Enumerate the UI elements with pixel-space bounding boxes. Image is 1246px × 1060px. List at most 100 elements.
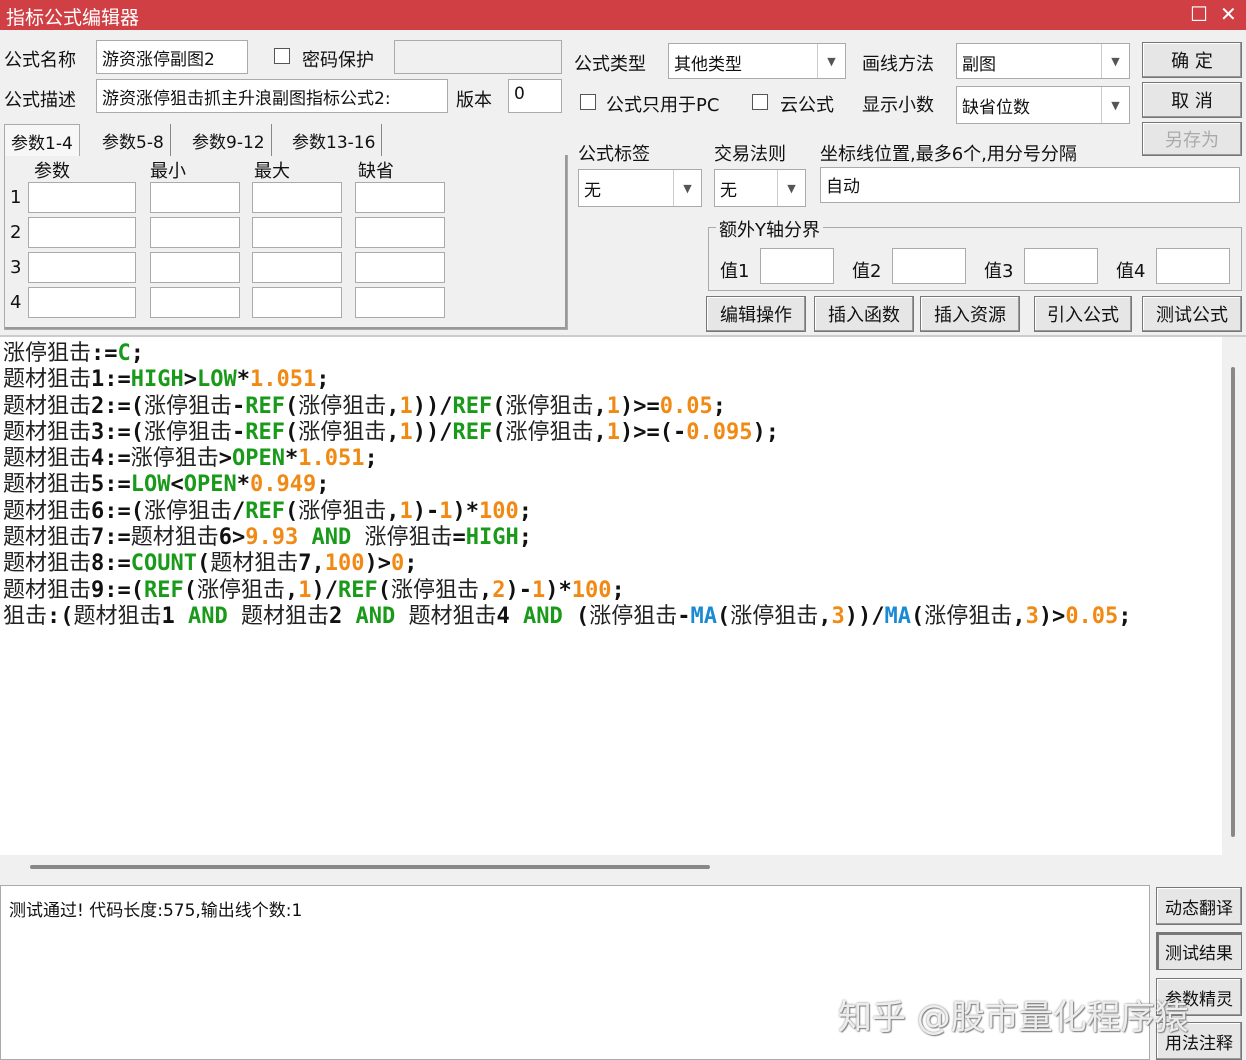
decimals-select[interactable]: 缺省位数 ▼ [956, 86, 1130, 124]
formula-desc-input[interactable]: 游资涨停狙击抓主升浪副图指标公式2: [96, 79, 448, 113]
save-as-button[interactable]: 另存为 [1142, 122, 1242, 156]
y3-input[interactable] [1024, 248, 1098, 284]
formula-type-label: 公式类型 [574, 54, 646, 75]
close-icon[interactable]: ✕ [1220, 2, 1237, 26]
y4-input[interactable] [1156, 248, 1230, 284]
code-line: 涨停狙击:=C; [3, 341, 1132, 367]
insert-resource-button[interactable]: 插入资源 [920, 296, 1020, 332]
param-default-input[interactable] [355, 252, 445, 283]
param-default-input[interactable] [355, 287, 445, 318]
code-token: 0 [391, 551, 405, 577]
version-input[interactable]: 0 [508, 79, 562, 113]
code-token: 100 [324, 551, 365, 577]
code-token: 0.095 [686, 419, 753, 445]
param-name-input[interactable] [28, 182, 136, 213]
draw-method-select[interactable]: 副图 ▼ [956, 43, 1130, 79]
code-token: REF [452, 393, 493, 419]
y2-input[interactable] [892, 248, 966, 284]
decimals-value: 缺省位数 [962, 98, 1030, 118]
import-formula-button[interactable]: 引入公式 [1034, 296, 1132, 332]
param-name-input[interactable] [28, 252, 136, 283]
dynamic-translate-button[interactable]: 动态翻译 [1156, 887, 1242, 925]
y1-input[interactable] [760, 248, 834, 284]
code-token: * [236, 367, 250, 393]
param-min-input[interactable] [150, 182, 240, 213]
password-input[interactable] [394, 40, 562, 74]
formula-type-select[interactable]: 其他类型 ▼ [668, 43, 846, 79]
code-token: 涨停狙击 [730, 603, 819, 629]
tab-params-9-12[interactable]: 参数9-12 [186, 124, 272, 156]
scrollbar-thumb[interactable] [1231, 367, 1235, 837]
horizontal-scrollbar-thumb[interactable] [30, 865, 710, 869]
chevron-down-icon: ▼ [777, 170, 805, 206]
code-token: 2 [492, 577, 506, 603]
maximize-icon[interactable]: ☐ [1190, 2, 1208, 26]
code-content[interactable]: 涨停狙击:=C; 题材狙击1:=HIGH>LOW*1.051; 题材狙击2:=(涨停… [3, 341, 1132, 630]
tab-params-1-4[interactable]: 参数1-4 [4, 124, 80, 156]
y4-label: 值4 [1116, 261, 1146, 282]
tab-params-5-8[interactable]: 参数5-8 [96, 124, 171, 156]
axis-position-input[interactable]: 自动 [820, 167, 1240, 203]
code-line: 题材狙击7:=题材狙击6>9.93 AND 涨停狙击=HIGH; [3, 525, 1132, 551]
param-max-input[interactable] [252, 287, 342, 318]
ok-button[interactable]: 确 定 [1142, 42, 1242, 78]
cancel-button[interactable]: 取 消 [1142, 82, 1242, 118]
param-default-input[interactable] [355, 217, 445, 248]
code-token: 涨停狙击 [144, 393, 233, 419]
test-result-button[interactable]: 测试结果 [1156, 932, 1242, 970]
code-token: 1 [399, 498, 413, 524]
param-min-input[interactable] [150, 252, 240, 283]
param-name-input[interactable] [28, 217, 136, 248]
tab-params-13-16[interactable]: 参数13-16 [286, 124, 383, 156]
code-token: ); [752, 419, 780, 445]
chevron-down-icon: ▼ [1101, 87, 1129, 123]
code-token: 0.05 [659, 393, 713, 419]
code-line: 题材狙击2:=(涨停狙击-REF(涨停狙击,1))/REF(涨停狙击,1)>=0… [3, 394, 1132, 420]
password-checkbox[interactable] [274, 48, 290, 64]
code-token: 1:= [91, 367, 131, 393]
chevron-down-icon: ▼ [817, 44, 845, 78]
formula-tag-select[interactable]: 无 ▼ [578, 169, 702, 207]
code-line: 题材狙击9:=(REF(涨停狙击,1)/REF(涨停狙击,2)-1)*100; [3, 578, 1132, 604]
param-name-input[interactable] [28, 287, 136, 318]
formula-name-input[interactable]: 游资涨停副图2 [96, 40, 248, 74]
code-token: LOW [197, 367, 237, 393]
cloud-checkbox[interactable] [752, 94, 768, 110]
code-token: 题材狙击 [3, 472, 92, 498]
param-max-input[interactable] [252, 252, 342, 283]
param-min-input[interactable] [150, 287, 240, 318]
axis-position-label: 坐标线位置,最多6个,用分号分隔 [820, 144, 1077, 165]
code-token: OPEN [232, 446, 286, 472]
code-token: 题材狙击 [3, 577, 92, 603]
code-token: 涨停狙击 [364, 525, 453, 551]
code-token: 涨停狙击 [144, 419, 233, 445]
param-header-name: 参数 [34, 161, 70, 182]
param-max-input[interactable] [252, 217, 342, 248]
edit-ops-button[interactable]: 编辑操作 [706, 296, 806, 332]
cloud-label: 云公式 [780, 95, 834, 116]
code-token: ; [404, 551, 418, 577]
code-token: 1 [606, 393, 621, 419]
code-token: 涨停狙击 [130, 446, 219, 472]
password-label: 密码保护 [302, 50, 374, 71]
code-editor[interactable]: 涨停狙击:=C; 题材狙击1:=HIGH>LOW*1.051; 题材狙击2:=(涨停… [0, 335, 1246, 869]
param-min-input[interactable] [150, 217, 240, 248]
code-token: ( [576, 603, 590, 629]
insert-function-button[interactable]: 插入函数 [814, 296, 914, 332]
code-token: / [232, 498, 246, 524]
test-formula-button[interactable]: 测试公式 [1142, 296, 1242, 332]
code-token: , [386, 393, 400, 419]
trade-rule-select[interactable]: 无 ▼ [714, 169, 806, 207]
code-token: 涨停狙击 [391, 577, 480, 603]
formula-tag-label: 公式标签 [578, 144, 650, 165]
code-token: ( [197, 551, 211, 577]
pc-only-checkbox[interactable] [580, 94, 596, 110]
param-row-number: 3 [10, 257, 22, 278]
vertical-scrollbar[interactable] [1222, 337, 1246, 855]
param-default-input[interactable] [355, 182, 445, 213]
trade-rule-value: 无 [720, 181, 737, 201]
param-max-input[interactable] [252, 182, 342, 213]
code-token: HIGH [465, 525, 519, 551]
code-token: 题材狙击 [3, 551, 92, 577]
version-label: 版本 [456, 90, 492, 111]
